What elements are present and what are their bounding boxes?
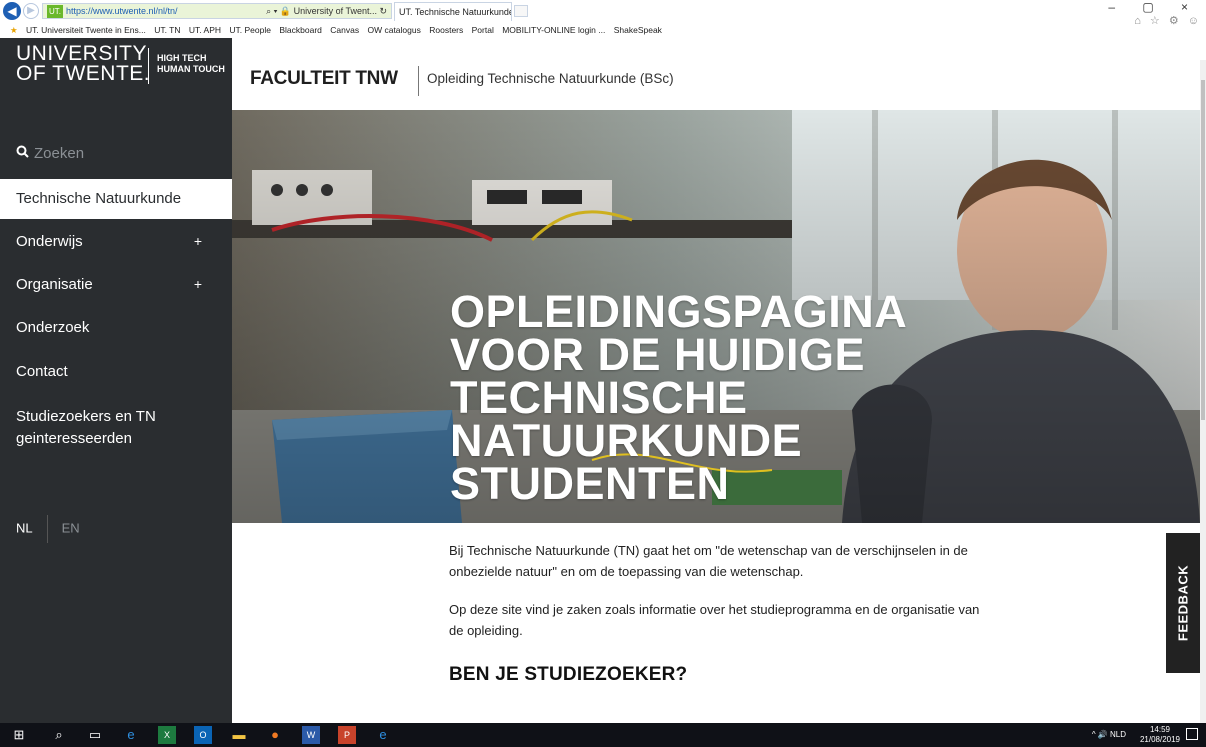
- language-divider: [46, 515, 48, 543]
- favorite-link[interactable]: UT. TN: [154, 25, 180, 35]
- favorite-link[interactable]: ShakeSpeak: [614, 25, 662, 35]
- hero-title: OPLEIDINGSPAGINA VOOR DE HUIDIGE TECHNIS…: [450, 286, 906, 509]
- intro-paragraph: Bij Technische Natuurkunde (TN) gaat het…: [449, 543, 968, 579]
- clock[interactable]: 14:59 21/08/2019: [1140, 725, 1180, 745]
- edge-icon[interactable]: e: [122, 726, 140, 744]
- address-bar-actions[interactable]: ⌕ ▾ 🔒 University of Twent... ↻: [266, 4, 387, 18]
- hero-banner: OPLEIDINGSPAGINA VOOR DE HUIDIGE TECHNIS…: [232, 110, 1200, 523]
- logo-line2: OF TWENTE.: [16, 62, 151, 85]
- favorite-link[interactable]: Canvas: [330, 25, 359, 35]
- program-title: Opleiding Technische Natuurkunde (BSc): [427, 71, 674, 86]
- university-logo[interactable]: UNIVERSITY OF TWENTE. HIGH TECH HUMAN TO…: [16, 42, 225, 85]
- outlook-icon[interactable]: O: [194, 726, 212, 744]
- search-icon: [16, 145, 29, 162]
- search-icon[interactable]: ⌕: [50, 726, 68, 744]
- favorites-bar: ★ UT. Universiteit Twente in Ens... UT. …: [0, 22, 1206, 38]
- tab-title: UT. Technische Natuurkunde | ...: [399, 7, 512, 17]
- tagline-line1: HIGH TECH: [157, 53, 207, 63]
- search-button[interactable]: Zoeken: [16, 145, 84, 162]
- logo-line1: UNIVERSITY: [16, 42, 148, 65]
- excel-icon[interactable]: X: [158, 726, 176, 744]
- language-en[interactable]: EN: [62, 520, 80, 535]
- logo-tagline: HIGH TECH HUMAN TOUCH: [157, 53, 237, 75]
- expand-plus-icon[interactable]: +: [194, 233, 202, 249]
- header-divider: [418, 66, 419, 96]
- file-explorer-icon[interactable]: ▬: [230, 726, 248, 744]
- expand-plus-icon[interactable]: +: [194, 276, 202, 292]
- favorite-link[interactable]: UT. People: [229, 25, 271, 35]
- address-bar[interactable]: UT. https://www.utwente.nl/nl/tn/ ⌕ ▾ 🔒 U…: [42, 3, 392, 19]
- browser-chrome: ◀ ▶ UT. https://www.utwente.nl/nl/tn/ ⌕ ▾…: [0, 0, 1206, 38]
- sidebar-item-onderzoek[interactable]: Onderzoek: [16, 319, 216, 336]
- main-content: Bij Technische Natuurkunde (TN) gaat het…: [449, 540, 989, 685]
- sidebar-item-label: Organisatie: [16, 276, 93, 293]
- window-controls[interactable]: – ▢ ×: [1108, 0, 1200, 14]
- forward-arrow-icon[interactable]: ▶: [23, 3, 39, 19]
- new-tab-button[interactable]: [514, 5, 528, 17]
- windows-start-icon[interactable]: ⊞: [10, 726, 28, 744]
- search-label: Zoeken: [34, 145, 85, 162]
- firefox-icon[interactable]: ●: [266, 726, 284, 744]
- clock-time: 14:59: [1149, 725, 1170, 734]
- task-view-icon[interactable]: ▭: [86, 726, 104, 744]
- faculty-title[interactable]: FACULTEIT TNW: [250, 68, 398, 90]
- section-heading: BEN JE STUDIEZOEKER?: [449, 664, 688, 685]
- feedback-label: FEEDBACK: [1175, 564, 1191, 642]
- internet-explorer-icon[interactable]: e: [374, 726, 392, 744]
- site-badge: UT.: [47, 5, 63, 18]
- favorite-link[interactable]: OW catalogus: [367, 25, 420, 35]
- back-arrow-icon[interactable]: ◀: [3, 2, 21, 20]
- taskbar: ⊞ ⌕ ▭ e X O ▬ ● W P e ^ 🔊 NLD 14:59 21/0…: [0, 723, 1206, 747]
- powerpoint-icon[interactable]: P: [338, 726, 356, 744]
- sidebar-item-organisatie[interactable]: Organisatie +: [16, 276, 216, 293]
- tagline-line2: HUMAN TOUCH: [157, 64, 225, 74]
- favorite-link[interactable]: Blackboard: [279, 25, 322, 35]
- language-nl[interactable]: NL: [16, 520, 33, 535]
- favorite-link[interactable]: Roosters: [429, 25, 463, 35]
- favorites-star-icon[interactable]: ★: [10, 25, 18, 35]
- favorite-link[interactable]: UT. APH: [189, 25, 221, 35]
- sidebar-item-technische-natuurkunde[interactable]: Technische Natuurkunde: [0, 179, 232, 219]
- logo-divider: [148, 48, 149, 84]
- word-icon[interactable]: W: [302, 726, 320, 744]
- feedback-button[interactable]: FEEDBACK: [1166, 533, 1200, 673]
- navigation-bar: ◀ ▶ UT. https://www.utwente.nl/nl/tn/ ⌕ ▾…: [0, 0, 1206, 27]
- sidebar: UNIVERSITY OF TWENTE. HIGH TECH HUMAN TO…: [0, 38, 232, 723]
- tab-technische-natuurkunde[interactable]: UT. Technische Natuurkunde | ... ×: [394, 2, 512, 21]
- language-switcher: NL EN: [16, 515, 80, 543]
- logo-wordmark: UNIVERSITY OF TWENTE.: [16, 42, 151, 85]
- sidebar-item-onderwijs[interactable]: Onderwijs +: [16, 233, 216, 250]
- sidebar-item-studiezoekers[interactable]: Studiezoekers en TN geinteresseerden: [16, 406, 176, 450]
- page-header: FACULTEIT TNW Opleiding Technische Natuu…: [232, 38, 1200, 110]
- url-text[interactable]: https://www.utwente.nl/nl/tn/: [66, 6, 178, 16]
- system-tray[interactable]: ^ 🔊 NLD: [1092, 723, 1126, 747]
- favorite-link[interactable]: MOBILITY-ONLINE login ...: [502, 25, 605, 35]
- favorite-link[interactable]: UT. Universiteit Twente in Ens...: [26, 25, 146, 35]
- info-paragraph: Op deze site vind je zaken zoals informa…: [449, 602, 980, 638]
- sidebar-item-contact[interactable]: Contact: [16, 363, 216, 380]
- scrollbar-thumb[interactable]: [1201, 80, 1205, 420]
- clock-date: 21/08/2019: [1139, 735, 1180, 744]
- notification-icon[interactable]: [1186, 728, 1198, 740]
- sidebar-item-label: Onderwijs: [16, 233, 83, 250]
- favorite-link[interactable]: Portal: [472, 25, 494, 35]
